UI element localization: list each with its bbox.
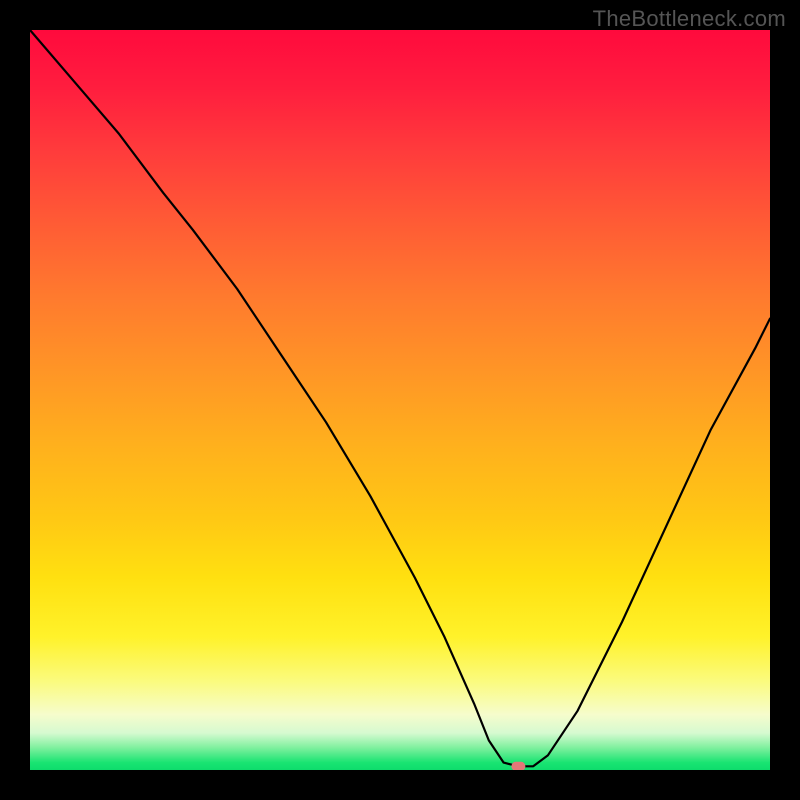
chart-svg xyxy=(30,30,770,770)
chart-frame: TheBottleneck.com xyxy=(0,0,800,800)
optimal-marker xyxy=(511,762,525,770)
watermark-text: TheBottleneck.com xyxy=(593,6,786,32)
plot-area xyxy=(30,30,770,770)
bottleneck-curve xyxy=(30,30,770,766)
